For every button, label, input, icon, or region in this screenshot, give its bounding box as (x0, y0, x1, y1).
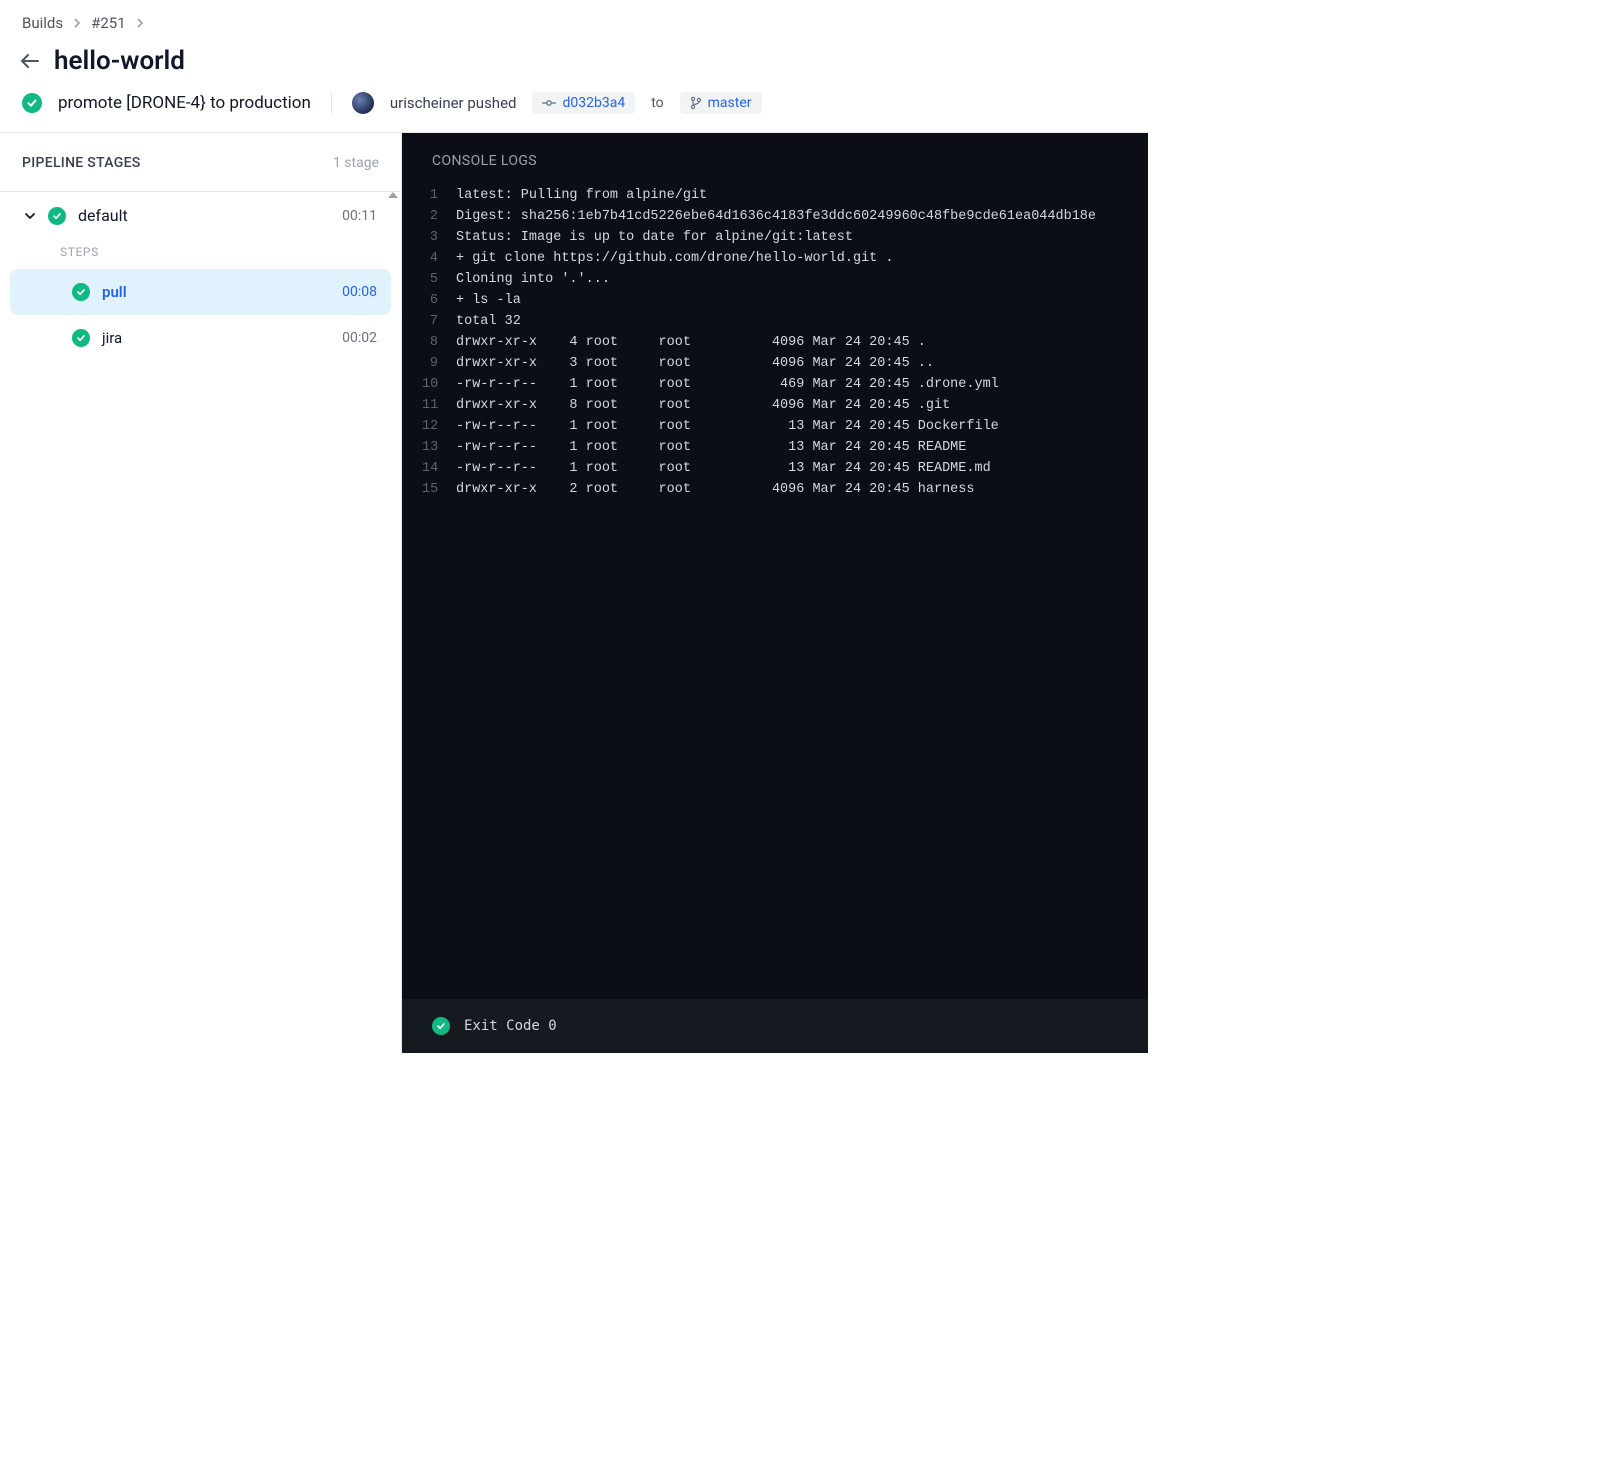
stage-row[interactable]: default 00:11 (0, 192, 401, 237)
log-line: 2Digest: sha256:1eb7b41cd5226ebe64d1636c… (422, 206, 1128, 227)
step-row-jira[interactable]: jira 00:02 (0, 315, 401, 361)
push-text: urischeiner pushed (390, 94, 517, 112)
commit-sha: d032b3a4 (562, 95, 625, 111)
chevron-down-icon (24, 212, 36, 220)
log-line: 6+ ls -la (422, 290, 1128, 311)
breadcrumb-build-no[interactable]: #251 (91, 14, 126, 32)
line-number: 2 (422, 206, 456, 227)
console-body[interactable]: 1latest: Pulling from alpine/git2Digest:… (402, 185, 1148, 999)
log-text: latest: Pulling from alpine/git (456, 185, 707, 206)
branch-name: master (708, 95, 752, 111)
log-line: 1latest: Pulling from alpine/git (422, 185, 1128, 206)
commit-icon (542, 98, 556, 108)
status-success-icon (432, 1017, 450, 1035)
log-text: + ls -la (456, 290, 521, 311)
stage-duration: 00:11 (342, 208, 377, 224)
steps-label: STEPS (0, 237, 401, 269)
line-number: 9 (422, 353, 456, 374)
log-text: drwxr-xr-x 2 root root 4096 Mar 24 20:45… (456, 479, 974, 500)
status-success-icon (72, 329, 90, 347)
log-line: 5Cloning into '.'... (422, 269, 1128, 290)
line-number: 1 (422, 185, 456, 206)
divider (331, 92, 332, 114)
line-number: 7 (422, 311, 456, 332)
log-text: total 32 (456, 311, 521, 332)
line-number: 3 (422, 227, 456, 248)
commit-pill[interactable]: d032b3a4 (532, 92, 635, 114)
log-line: 10-rw-r--r-- 1 root root 469 Mar 24 20:4… (422, 374, 1128, 395)
exit-code: Exit Code 0 (464, 1018, 557, 1034)
console-footer: Exit Code 0 (402, 999, 1148, 1053)
pipeline-sidebar: PIPELINE STAGES 1 stage default 00:11 ST… (0, 133, 402, 1053)
log-text: -rw-r--r-- 1 root root 469 Mar 24 20:45 … (456, 374, 999, 395)
log-line: 4+ git clone https://github.com/drone/he… (422, 248, 1128, 269)
status-success-icon (22, 93, 42, 113)
console-heading: CONSOLE LOGS (402, 133, 1148, 185)
status-success-icon (72, 283, 90, 301)
log-line: 14-rw-r--r-- 1 root root 13 Mar 24 20:45… (422, 458, 1128, 479)
scroll-up-icon[interactable] (388, 192, 398, 198)
log-line: 9drwxr-xr-x 3 root root 4096 Mar 24 20:4… (422, 353, 1128, 374)
log-text: drwxr-xr-x 3 root root 4096 Mar 24 20:45… (456, 353, 934, 374)
build-summary: promote [DRONE-4} to production urischei… (0, 88, 1148, 133)
status-success-icon (48, 207, 66, 225)
line-number: 4 (422, 248, 456, 269)
line-number: 6 (422, 290, 456, 311)
log-text: drwxr-xr-x 8 root root 4096 Mar 24 20:45… (456, 395, 950, 416)
line-number: 11 (422, 395, 456, 416)
log-text: -rw-r--r-- 1 root root 13 Mar 24 20:45 R… (456, 458, 991, 479)
log-line: 8drwxr-xr-x 4 root root 4096 Mar 24 20:4… (422, 332, 1128, 353)
log-text: -rw-r--r-- 1 root root 13 Mar 24 20:45 D… (456, 416, 999, 437)
line-number: 8 (422, 332, 456, 353)
branch-pill[interactable]: master (680, 92, 762, 114)
step-duration: 00:02 (342, 330, 377, 346)
to-label: to (651, 95, 663, 111)
log-text: + git clone https://github.com/drone/hel… (456, 248, 893, 269)
build-message: promote [DRONE-4} to production (58, 93, 311, 113)
line-number: 5 (422, 269, 456, 290)
stage-name: default (78, 206, 330, 225)
log-text: Cloning into '.'... (456, 269, 610, 290)
line-number: 13 (422, 437, 456, 458)
step-row-pull[interactable]: pull 00:08 (10, 269, 391, 315)
breadcrumb: Builds #251 (0, 0, 1148, 40)
log-text: Digest: sha256:1eb7b41cd5226ebe64d1636c4… (456, 206, 1096, 227)
log-line: 13-rw-r--r-- 1 root root 13 Mar 24 20:45… (422, 437, 1128, 458)
stage-count: 1 stage (333, 155, 379, 171)
log-line: 12-rw-r--r-- 1 root root 13 Mar 24 20:45… (422, 416, 1128, 437)
line-number: 14 (422, 458, 456, 479)
line-number: 12 (422, 416, 456, 437)
page-title: hello-world (54, 46, 185, 76)
line-number: 10 (422, 374, 456, 395)
log-line: 7total 32 (422, 311, 1128, 332)
log-text: Status: Image is up to date for alpine/g… (456, 227, 853, 248)
line-number: 15 (422, 479, 456, 500)
log-line: 3Status: Image is up to date for alpine/… (422, 227, 1128, 248)
breadcrumb-builds[interactable]: Builds (22, 14, 63, 32)
branch-icon (690, 96, 702, 110)
step-name: jira (102, 329, 330, 347)
log-line: 15drwxr-xr-x 2 root root 4096 Mar 24 20:… (422, 479, 1128, 500)
log-text: -rw-r--r-- 1 root root 13 Mar 24 20:45 R… (456, 437, 966, 458)
avatar (352, 92, 374, 114)
chevron-right-icon (136, 18, 144, 28)
chevron-right-icon (73, 18, 81, 28)
step-name: pull (102, 283, 330, 301)
log-line: 11drwxr-xr-x 8 root root 4096 Mar 24 20:… (422, 395, 1128, 416)
console-panel: CONSOLE LOGS 1latest: Pulling from alpin… (402, 133, 1148, 1053)
log-text: drwxr-xr-x 4 root root 4096 Mar 24 20:45… (456, 332, 926, 353)
pipeline-stages-heading: PIPELINE STAGES (22, 155, 141, 171)
back-arrow-icon[interactable] (20, 51, 40, 71)
step-duration: 00:08 (342, 284, 377, 300)
